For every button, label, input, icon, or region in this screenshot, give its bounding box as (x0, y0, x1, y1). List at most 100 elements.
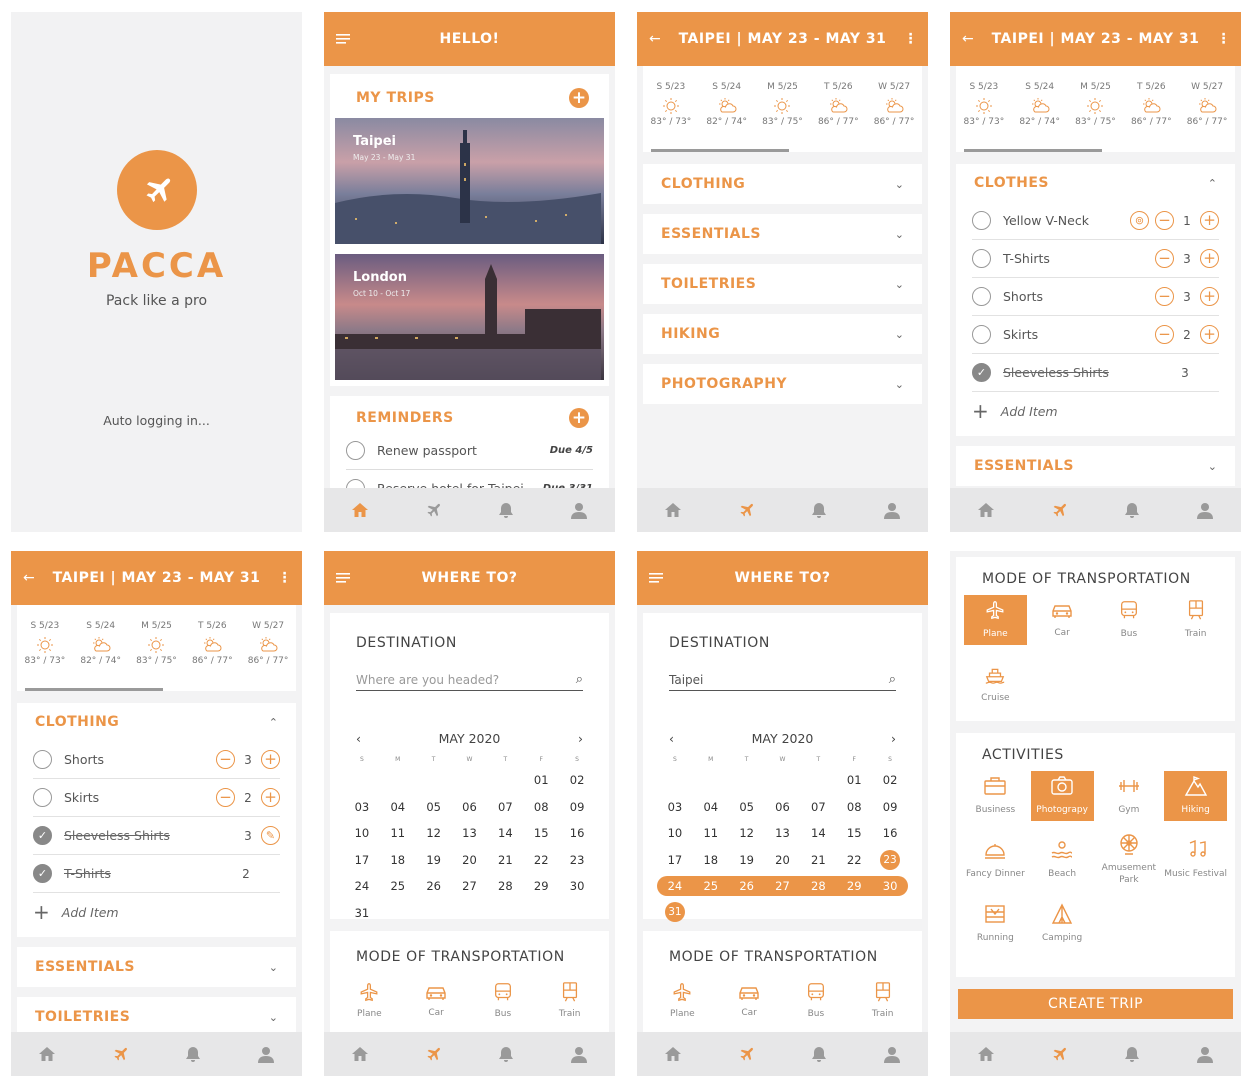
user-nav-icon[interactable] (882, 1046, 902, 1063)
calendar-day[interactable]: 29 (836, 876, 873, 896)
calendar-day[interactable]: 05 (729, 794, 765, 821)
item-checkbox[interactable] (33, 788, 52, 807)
reminder-row[interactable]: Renew passport Due 4/5 (346, 432, 593, 470)
clothes-header[interactable]: CLOTHES ⌃ (956, 164, 1235, 202)
user-nav-icon[interactable] (1195, 1046, 1215, 1063)
mode-car[interactable]: Car (406, 975, 466, 1025)
clothing-header[interactable]: CLOTHING ⌃ (17, 703, 296, 741)
calendar-day[interactable]: 31 (657, 899, 693, 926)
calendar-day[interactable]: 01 (836, 767, 872, 794)
calendar-day[interactable]: 14 (800, 820, 836, 847)
calendar-day[interactable]: 22 (523, 847, 559, 874)
trips-nav-icon[interactable] (1049, 1045, 1069, 1063)
calendar-day[interactable]: 07 (800, 794, 836, 821)
calendar-day[interactable]: 18 (380, 847, 416, 874)
trips-nav-icon[interactable] (110, 1045, 130, 1063)
calendar-day[interactable]: 04 (380, 794, 416, 821)
menu-icon[interactable] (649, 551, 663, 605)
calendar-day[interactable]: 11 (380, 820, 416, 847)
calendar-day[interactable]: 30 (559, 873, 595, 900)
item-row[interactable]: Shorts −3 + (33, 741, 280, 779)
activity-beach[interactable]: Beach (1031, 835, 1094, 885)
bell-nav-icon[interactable] (496, 502, 516, 519)
item-row[interactable]: Shorts −3 + (972, 278, 1219, 316)
calendar-day[interactable]: 29 (523, 873, 559, 900)
mode-car[interactable]: Car (719, 975, 779, 1025)
more-vert-icon[interactable]: ⋮ (278, 551, 293, 605)
mode-car[interactable]: Car (1031, 595, 1094, 645)
calendar-day[interactable]: 15 (836, 820, 872, 847)
mode-bus[interactable]: Bus (786, 975, 846, 1025)
category-hiking[interactable]: HIKING ⌄ (643, 314, 922, 354)
item-checkbox[interactable] (972, 211, 991, 230)
trips-nav-icon[interactable] (423, 501, 443, 519)
search-icon[interactable]: ⌕ (889, 672, 896, 687)
calendar-day[interactable]: 19 (416, 847, 452, 874)
trips-nav-icon[interactable] (1049, 501, 1069, 519)
calendar-day[interactable]: 11 (693, 820, 729, 847)
home-nav-icon[interactable] (350, 1046, 370, 1062)
category-clothing[interactable]: CLOTHING ⌄ (643, 164, 922, 204)
minus-button[interactable]: − (1155, 249, 1174, 268)
calendar-day[interactable]: 16 (559, 820, 595, 847)
activity-gym[interactable]: Gym (1098, 771, 1161, 821)
mode-plane[interactable]: Plane (652, 975, 712, 1025)
calendar-day[interactable]: 06 (765, 794, 801, 821)
home-nav-icon[interactable] (37, 1046, 57, 1062)
link-icon[interactable]: ⊚ (1130, 211, 1149, 230)
edit-icon[interactable]: ✎ (261, 826, 280, 845)
trips-nav-icon[interactable] (736, 1045, 756, 1063)
bell-nav-icon[interactable] (496, 1046, 516, 1063)
more-vert-icon[interactable]: ⋮ (904, 12, 919, 66)
calendar-day[interactable]: 09 (559, 794, 595, 821)
activity-business[interactable]: Business (964, 771, 1027, 821)
trip-card-london[interactable]: London Oct 10 - Oct 17 (335, 254, 604, 380)
prev-month-button[interactable]: ‹ (669, 731, 674, 746)
user-nav-icon[interactable] (882, 502, 902, 519)
reminder-checkbox[interactable] (346, 441, 365, 460)
home-nav-icon[interactable] (350, 502, 370, 518)
trips-nav-icon[interactable] (423, 1045, 443, 1063)
home-nav-icon[interactable] (976, 502, 996, 518)
user-nav-icon[interactable] (569, 502, 589, 519)
calendar-day[interactable]: 07 (487, 794, 523, 821)
calendar-day[interactable]: 05 (416, 794, 452, 821)
calendar-day[interactable]: 10 (657, 820, 693, 847)
calendar-day[interactable]: 20 (452, 847, 488, 874)
add-reminder-button[interactable]: + (569, 408, 589, 428)
calendar-day[interactable]: 30 (872, 876, 908, 896)
item-row[interactable]: T-Shirts −3 + (972, 240, 1219, 278)
category-essentials[interactable]: ESSENTIALS ⌄ (643, 214, 922, 254)
minus-button[interactable]: − (216, 750, 235, 769)
add-item-button[interactable]: + Add Item (33, 893, 280, 931)
calendar-day[interactable]: 27 (452, 873, 488, 900)
mode-plane[interactable]: Plane (339, 975, 399, 1025)
calendar-day[interactable]: 01 (523, 767, 559, 794)
activity-amusement-park[interactable]: Amusement Park (1098, 834, 1161, 885)
calendar-day[interactable]: 28 (800, 876, 837, 896)
calendar-day[interactable]: 12 (416, 820, 452, 847)
calendar-day[interactable]: 31 (344, 900, 380, 927)
plus-button[interactable]: + (1200, 287, 1219, 306)
home-nav-icon[interactable] (663, 1046, 683, 1062)
calendar-day[interactable]: 19 (729, 847, 765, 874)
calendar-day[interactable]: 25 (692, 876, 729, 896)
plus-button[interactable]: + (1200, 211, 1219, 230)
menu-icon[interactable] (336, 551, 350, 605)
calendar-day[interactable]: 24 (657, 876, 693, 896)
calendar-day[interactable]: 28 (487, 873, 523, 900)
item-checkbox[interactable] (972, 249, 991, 268)
back-arrow-icon[interactable]: ← (962, 12, 974, 66)
trip-card-taipei[interactable]: Taipei May 23 - May 31 (335, 118, 604, 244)
calendar-day[interactable]: 23 (559, 847, 595, 874)
calendar-day[interactable]: 04 (693, 794, 729, 821)
item-row[interactable]: Skirts −2 + (972, 316, 1219, 354)
calendar-day[interactable]: 16 (872, 820, 908, 847)
bell-nav-icon[interactable] (809, 502, 829, 519)
calendar-day[interactable]: 14 (487, 820, 523, 847)
mode-cruise[interactable]: Cruise (964, 659, 1027, 709)
calendar-day[interactable]: 02 (559, 767, 595, 794)
more-vert-icon[interactable]: ⋮ (1217, 12, 1232, 66)
calendar-day[interactable]: 08 (836, 794, 872, 821)
calendar-day[interactable]: 24 (344, 873, 380, 900)
